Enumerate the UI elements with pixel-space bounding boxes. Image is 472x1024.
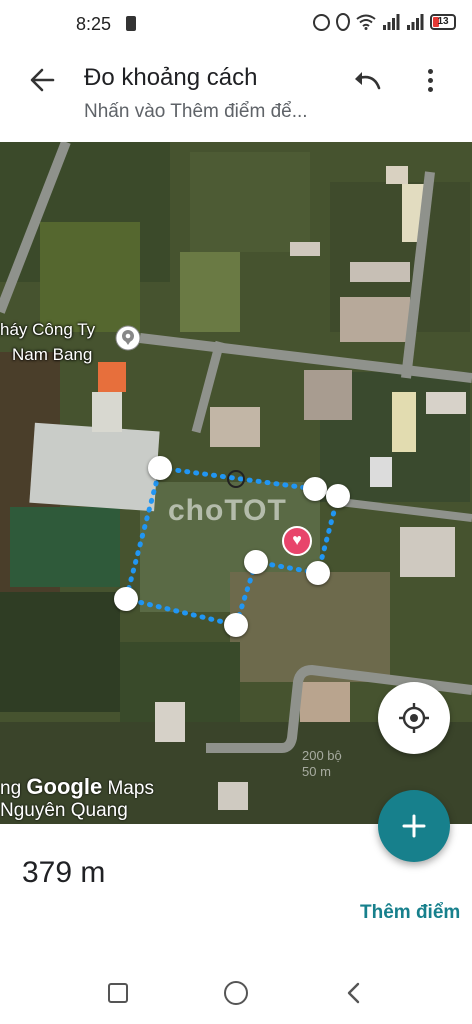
add-point-button[interactable]: Thêm điểm [360, 902, 460, 924]
notification-icon [126, 16, 136, 31]
add-point-fab[interactable] [378, 790, 450, 862]
signal-icon [407, 14, 424, 30]
heart-icon[interactable]: ♥ [282, 526, 312, 556]
back-button[interactable] [22, 60, 62, 100]
more-vert-dot [427, 86, 433, 92]
attribution-place: Nguyên Quang [0, 800, 128, 821]
total-distance: 379 m [22, 856, 106, 889]
wifi-icon [356, 14, 376, 30]
status-time: 8:25 [76, 14, 112, 34]
page-title: Đo khoảng cách [84, 64, 258, 91]
map-scale: 200 bộ 50 m [302, 748, 342, 780]
alarm-icon [313, 13, 330, 31]
toolbar: Đo khoảng cách Nhấn vào Thêm điểm để... [0, 50, 472, 142]
signal-icon [383, 14, 400, 30]
measure-point[interactable] [114, 587, 138, 611]
more-vert-dot [427, 77, 433, 83]
battery-level: 13 [437, 16, 449, 27]
nav-back-icon[interactable] [344, 982, 364, 1004]
page-subtitle: Nhấn vào Thêm điểm để... [84, 101, 308, 122]
arrow-back-icon [30, 68, 55, 92]
status-icons: 13 [313, 13, 456, 31]
measure-point[interactable] [244, 550, 268, 574]
measure-point[interactable] [303, 477, 327, 501]
measure-point[interactable] [148, 456, 172, 480]
google-logo: Google [26, 774, 103, 799]
measure-point[interactable] [224, 613, 248, 637]
scale-meters: 50 m [302, 764, 331, 779]
attribution-prefix: ng [0, 778, 22, 799]
location-icon [336, 13, 350, 31]
scale-feet: 200 bộ [302, 748, 342, 763]
attribution-product: Maps [107, 778, 154, 799]
system-nav-bar [0, 960, 472, 1024]
google-maps-attribution: ng Google Maps Nguyên Quang [0, 774, 154, 822]
plus-icon [402, 814, 426, 838]
battery-icon: 13 [430, 14, 456, 30]
status-bar: 8:25 13 [0, 0, 472, 50]
more-options-button[interactable] [412, 60, 448, 100]
measure-point[interactable] [306, 561, 330, 585]
my-location-button[interactable] [378, 682, 450, 754]
undo-icon [355, 72, 381, 90]
recents-icon[interactable] [108, 983, 128, 1003]
crosshair-location-icon [399, 703, 429, 733]
home-icon[interactable] [224, 981, 248, 1005]
more-vert-icon [427, 68, 433, 74]
measure-point[interactable] [326, 484, 350, 508]
undo-button[interactable] [346, 60, 388, 100]
